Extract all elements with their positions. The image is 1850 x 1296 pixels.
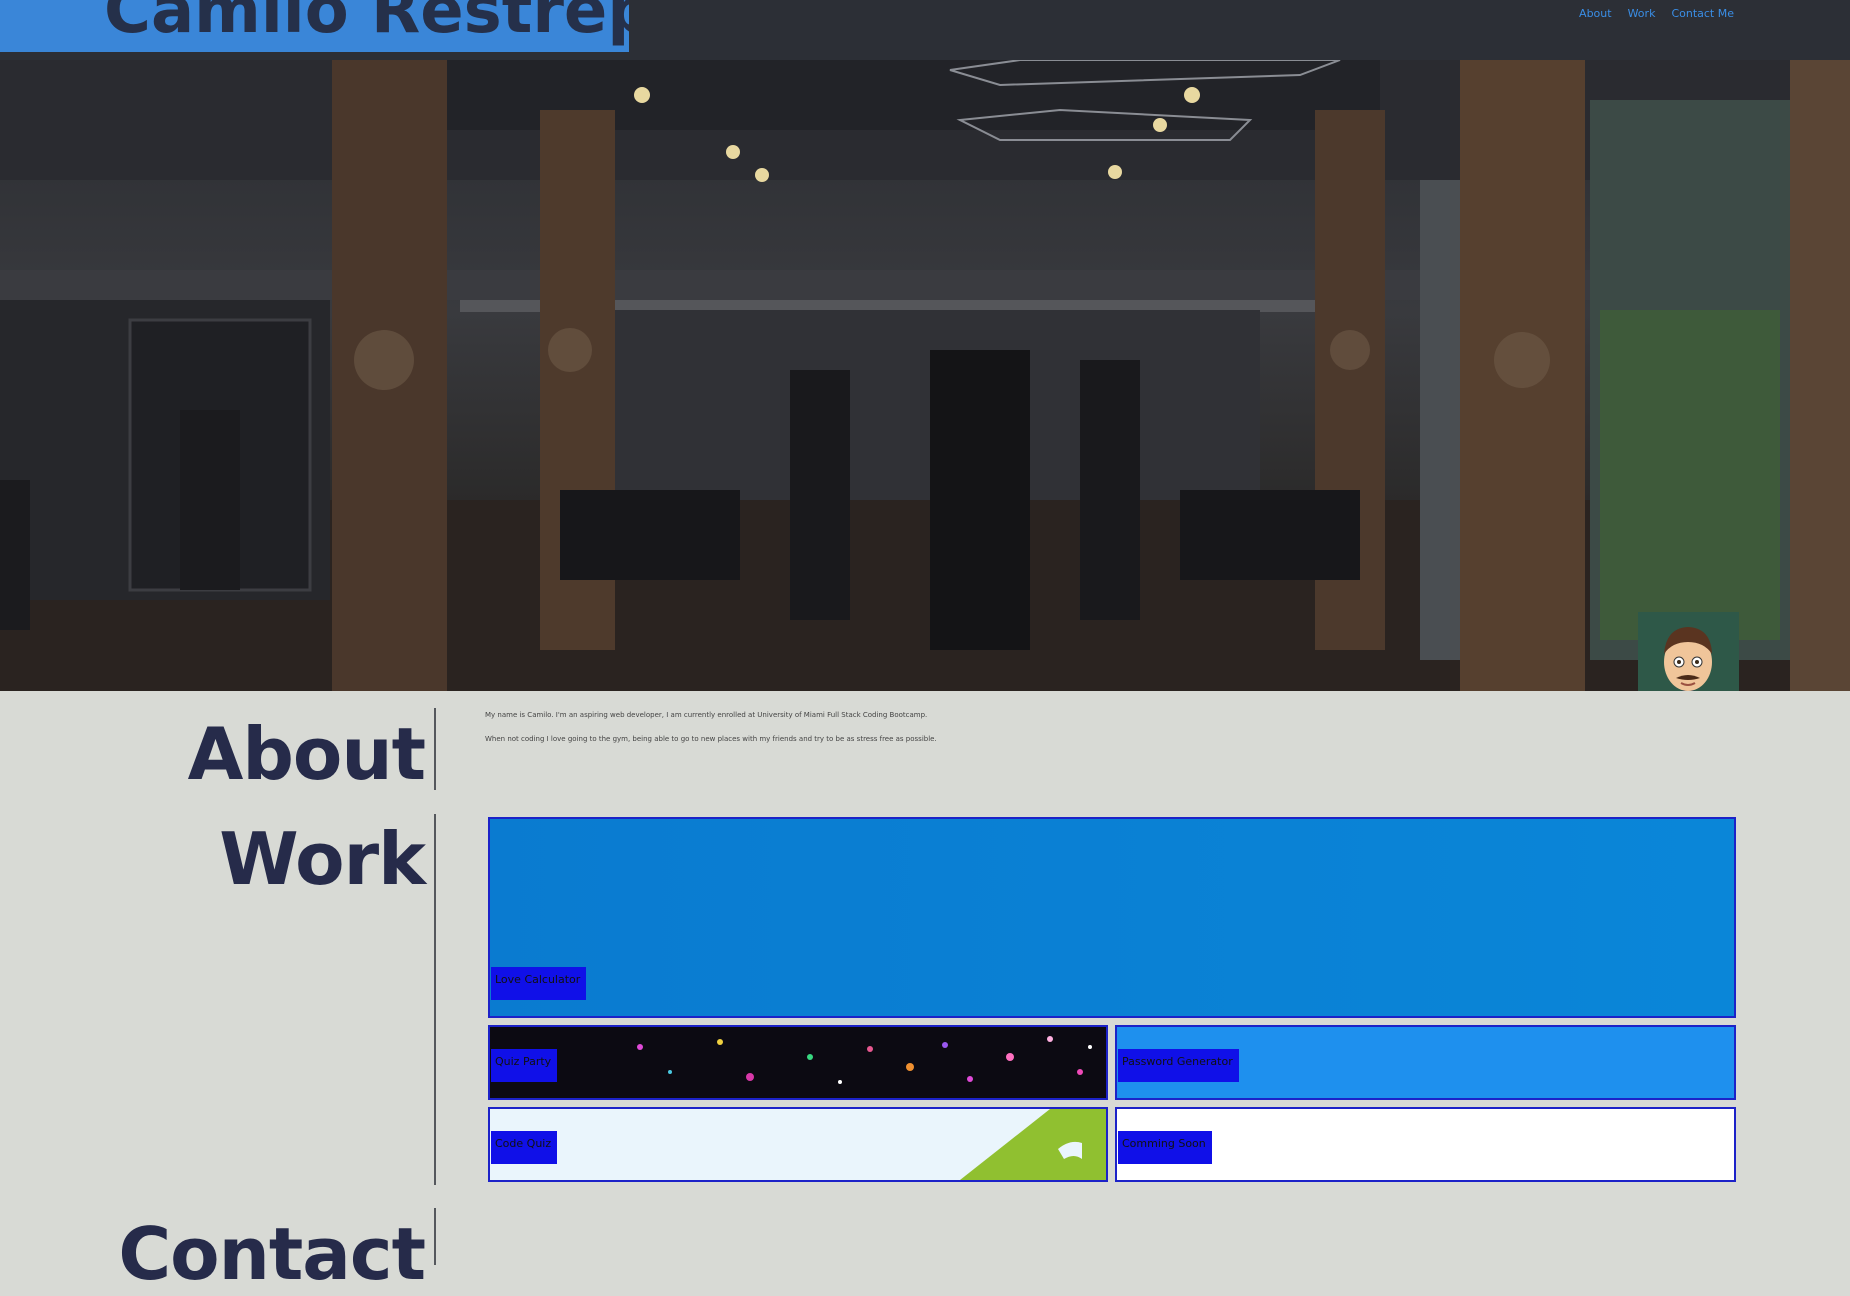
brand-banner: Camilo Restrepo xyxy=(0,0,629,52)
cartoon-avatar-icon xyxy=(1638,612,1739,691)
contact-divider xyxy=(434,1208,436,1265)
nav-link-work[interactable]: Work xyxy=(1628,7,1656,20)
about-paragraph: When not coding I love going to the gym,… xyxy=(485,735,937,743)
project-label[interactable]: Quiz Party xyxy=(491,1049,558,1082)
project-card-code-quiz[interactable]: Code Quiz xyxy=(488,1107,1108,1182)
project-card-quiz-party[interactable]: Quiz Party xyxy=(488,1025,1108,1100)
work-heading: Work xyxy=(219,817,426,901)
about-paragraph: My name is Camilo. I'm an aspiring web d… xyxy=(485,711,928,719)
contact-heading: Contact xyxy=(118,1212,426,1296)
main-nav: About Work Contact Me xyxy=(1579,7,1734,20)
avatar xyxy=(1638,612,1739,691)
project-label[interactable]: Password Generator xyxy=(1118,1049,1239,1082)
nav-link-about[interactable]: About xyxy=(1579,7,1612,20)
top-bar: Camilo Restrepo About Work Contact Me xyxy=(0,0,1850,60)
about-text: My name is Camilo. I'm an aspiring web d… xyxy=(485,711,1005,759)
project-label[interactable]: Comming Soon xyxy=(1118,1131,1212,1164)
about-heading: About xyxy=(187,712,426,796)
gym-interior-illustration xyxy=(0,60,1850,691)
work-divider xyxy=(434,814,436,1185)
nav-link-contact[interactable]: Contact Me xyxy=(1671,7,1734,20)
project-card-password-generator[interactable]: Password Generator xyxy=(1115,1025,1736,1100)
confetti-image xyxy=(637,1036,1092,1084)
project-label[interactable]: Code Quiz xyxy=(491,1131,558,1164)
brand-title: Camilo Restrepo xyxy=(104,0,629,48)
project-label[interactable]: Love Calculator xyxy=(491,967,587,1000)
about-divider xyxy=(434,708,436,790)
project-card-love-calculator[interactable]: Love Calculator xyxy=(488,817,1736,1018)
hero-image xyxy=(0,60,1850,691)
project-card-comming-soon[interactable]: Comming Soon xyxy=(1115,1107,1736,1182)
code-quiz-graphic xyxy=(960,1109,1106,1180)
